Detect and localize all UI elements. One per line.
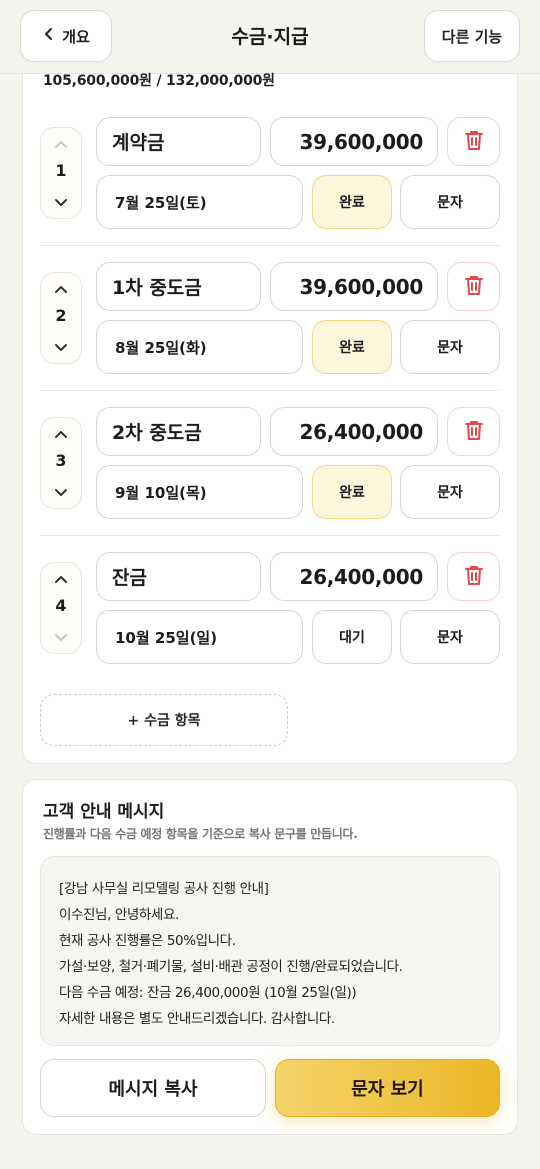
top-bar: 개요 수금·지급 다른 기능 [0,0,540,74]
item-date-field[interactable]: 8월 25일(화) [96,320,303,374]
move-up-icon[interactable] [41,277,81,301]
message-line: 다음 수금 예정: 잔금 26,400,000원 (10월 25일(일)) [59,985,357,1001]
trash-icon [464,129,484,155]
item-divider [40,390,500,391]
copy-message-button[interactable]: 메시지 복사 [40,1059,266,1117]
item-index: 1 [55,161,67,180]
order-stepper: 1 [40,127,82,219]
item-date-field[interactable]: 10월 25일(일) [96,610,303,664]
move-down-icon[interactable] [41,625,81,649]
order-stepper: 4 [40,562,82,654]
add-payment-item-button[interactable]: + 수금 항목 [40,694,288,746]
trash-icon [464,564,484,590]
item-date-field[interactable]: 9월 10일(목) [96,465,303,519]
message-line: 현재 공사 진행률은 50%입니다. [59,933,236,949]
item-name-field[interactable]: 계약금 [96,117,261,166]
item-amount-field[interactable]: 26,400,000 [270,407,438,456]
item-index: 4 [55,596,67,615]
item-divider [40,245,500,246]
payment-item: 4 잔금 26,400,000 10월 25일(일) 대기 문자 [40,552,500,666]
move-down-icon[interactable] [41,480,81,504]
item-index: 3 [55,451,67,470]
order-stepper: 2 [40,272,82,364]
order-stepper: 3 [40,417,82,509]
item-divider [40,535,500,536]
message-line: [강남 사무실 리모델링 공사 진행 안내] [59,881,269,897]
move-up-icon[interactable] [41,422,81,446]
send-sms-button[interactable]: 문자 [400,320,500,374]
payment-item: 1 계약금 39,600,000 7월 25일(토) 완료 문자 [40,117,500,231]
status-toggle-button[interactable]: 대기 [312,610,392,664]
delete-item-button[interactable] [447,117,500,166]
move-down-icon[interactable] [41,335,81,359]
delete-item-button[interactable] [447,407,500,456]
move-down-icon[interactable] [41,190,81,214]
delete-item-button[interactable] [447,552,500,601]
item-name-field[interactable]: 2차 중도금 [96,407,261,456]
message-line: 자세한 내용은 별도 안내드리겠습니다. 감사합니다. [59,1011,335,1027]
delete-item-button[interactable] [447,262,500,311]
status-toggle-button[interactable]: 완료 [312,320,392,374]
item-amount-field[interactable]: 39,600,000 [270,117,438,166]
send-sms-button[interactable]: 문자 [400,610,500,664]
message-line: 가설·보양, 철거·폐기물, 설비·배관 공정이 진행/완료되었습니다. [59,959,403,975]
payment-item: 2 1차 중도금 39,600,000 8월 25일(화) 완료 문자 [40,262,500,376]
status-toggle-button[interactable]: 완료 [312,175,392,229]
message-title: 고객 안내 메시지 [43,802,165,822]
item-name-field[interactable]: 잔금 [96,552,261,601]
message-line: 이수진님, 안녕하세요. [59,907,179,923]
send-sms-button[interactable]: 문자 [400,175,500,229]
payment-item: 3 2차 중도금 26,400,000 9월 10일(목) 완료 문자 [40,407,500,521]
item-index: 2 [55,306,67,325]
view-sms-button[interactable]: 문자 보기 [275,1059,500,1117]
send-sms-button[interactable]: 문자 [400,465,500,519]
progress-amount: 105,600,000원 / 132,000,000원 [43,73,275,89]
status-toggle-button[interactable]: 완료 [312,465,392,519]
more-features-button[interactable]: 다른 기능 [424,10,520,62]
trash-icon [464,274,484,300]
item-amount-field[interactable]: 26,400,000 [270,552,438,601]
move-up-icon[interactable] [41,567,81,591]
message-subtitle: 진행률과 다음 수금 예정 항목을 기준으로 복사 문구를 만듭니다. [43,827,358,841]
trash-icon [464,419,484,445]
message-preview: [강남 사무실 리모델링 공사 진행 안내] 이수진님, 안녕하세요. 현재 공… [40,856,500,1046]
item-name-field[interactable]: 1차 중도금 [96,262,261,311]
item-amount-field[interactable]: 39,600,000 [270,262,438,311]
item-date-field[interactable]: 7월 25일(토) [96,175,303,229]
move-up-icon[interactable] [41,132,81,156]
